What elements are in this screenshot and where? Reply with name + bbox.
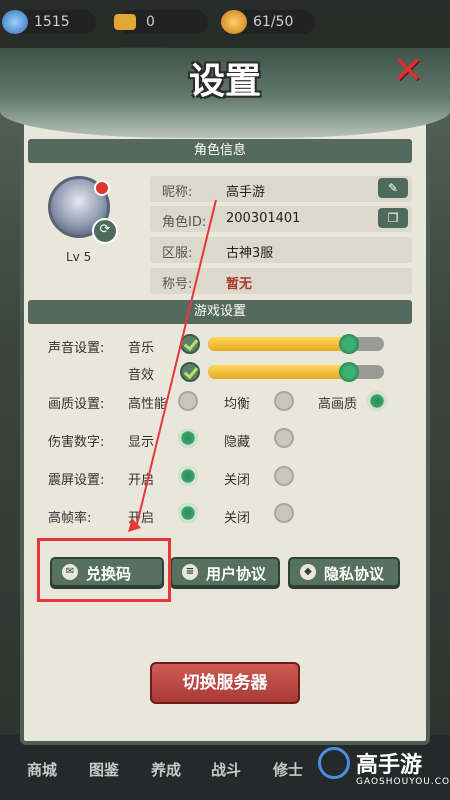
fps-on-label: 开启	[128, 511, 155, 526]
nav-cultivator[interactable]: 修士	[260, 759, 316, 780]
info-row-role-id: 角色ID: 200301401 ❐	[150, 206, 412, 232]
copy-id-button[interactable]: ❐	[378, 208, 408, 228]
sfx-slider[interactable]	[208, 362, 384, 382]
fps-on-radio[interactable]	[178, 503, 198, 523]
quality-performance-radio[interactable]	[178, 391, 198, 411]
gem-icon	[2, 10, 28, 34]
privacy-policy-button[interactable]: ◆ 隐私协议	[288, 557, 400, 587]
role-id-label: 角色ID:	[162, 215, 207, 230]
switch-server-button[interactable]: 切换服务器	[150, 662, 300, 704]
sfx-label: 音效	[128, 368, 155, 383]
title-label: 称号:	[162, 277, 193, 292]
shake-off-radio[interactable]	[274, 466, 294, 486]
resource-gem-value: 1515	[34, 14, 70, 30]
quality-balanced-radio[interactable]	[274, 391, 294, 411]
player-level: Lv 5	[66, 250, 92, 264]
fps-off-radio[interactable]	[274, 503, 294, 523]
ticket-icon	[114, 14, 136, 30]
shake-on-radio[interactable]	[178, 466, 198, 486]
quality-settings-label: 画质设置:	[48, 397, 105, 412]
sfx-slider-fill	[208, 365, 349, 379]
damage-show-radio[interactable]	[178, 428, 198, 448]
watermark-logo: 高手游 GAOSHOUYOU.COM	[318, 745, 450, 800]
quality-option-high-label: 高画质	[318, 397, 358, 412]
resource-bar: 1515 0 61/50	[0, 0, 450, 48]
edit-nickname-button[interactable]: ✎	[378, 178, 408, 198]
info-row-title: 称号: 暂无	[150, 268, 412, 294]
shake-on-label: 开启	[128, 473, 155, 488]
user-agreement-label: 用户协议	[206, 565, 267, 583]
nickname-label: 昵称:	[162, 185, 193, 200]
resource-stamina-value: 61/50	[253, 14, 294, 30]
dialog-title: 设置	[188, 60, 261, 102]
resource-stamina: 61/50	[221, 10, 315, 34]
quality-option-balanced-label: 均衡	[224, 397, 251, 412]
damage-hide-label: 隐藏	[224, 435, 251, 450]
stamina-icon	[221, 10, 247, 34]
role-id-value: 200301401	[226, 211, 301, 226]
screen-shake-label: 震屏设置:	[48, 473, 105, 488]
damage-show-label: 显示	[128, 435, 155, 450]
watermark-brand: 高手游	[356, 753, 423, 778]
sound-settings-label: 声音设置:	[48, 341, 105, 356]
resource-ticket-value: 0	[146, 14, 155, 30]
shield-icon: ◆	[300, 564, 316, 580]
high-fps-label: 高帧率:	[48, 511, 92, 526]
info-row-nickname: 昵称: 高手游 ✎	[150, 176, 412, 202]
brand-logo-icon	[318, 747, 350, 779]
fps-off-label: 关闭	[224, 511, 251, 526]
quality-high-radio[interactable]	[367, 391, 387, 411]
music-label: 音乐	[128, 341, 155, 356]
swap-avatar-icon[interactable]: ⟳	[92, 218, 118, 244]
sfx-check-icon[interactable]	[180, 362, 200, 382]
title-value: 暂无	[226, 277, 253, 292]
privacy-policy-label: 隐私协议	[324, 565, 385, 583]
notification-dot-icon	[94, 180, 110, 196]
nav-shop[interactable]: 商城	[14, 759, 70, 780]
sfx-slider-knob[interactable]	[338, 362, 359, 382]
nickname-value: 高手游	[226, 185, 266, 200]
damage-numbers-label: 伤害数字:	[48, 435, 105, 450]
damage-hide-radio[interactable]	[274, 428, 294, 448]
resource-gem: 1515	[2, 10, 96, 34]
music-check-icon[interactable]	[180, 334, 200, 354]
document-icon: ≡	[182, 564, 198, 580]
server-value: 古神3服	[226, 246, 274, 261]
shake-off-label: 关闭	[224, 473, 251, 488]
nav-develop[interactable]: 养成	[138, 759, 194, 780]
server-label: 区服:	[162, 246, 193, 261]
music-slider-fill	[208, 337, 349, 351]
watermark-domain: GAOSHOUYOU.COM	[356, 777, 450, 787]
nav-battle[interactable]: 战斗	[198, 759, 254, 780]
music-slider[interactable]	[208, 334, 384, 354]
highlight-box	[37, 538, 171, 602]
info-row-server: 区服: 古神3服	[150, 237, 412, 263]
music-slider-knob[interactable]	[338, 334, 359, 354]
resource-ticket: 0	[114, 10, 208, 34]
nav-codex[interactable]: 图鉴	[76, 759, 132, 780]
close-button[interactable]: ✕	[390, 51, 426, 89]
user-agreement-button[interactable]: ≡ 用户协议	[170, 557, 280, 587]
game-settings-header: 游戏设置	[28, 300, 412, 324]
role-info-header: 角色信息	[28, 139, 412, 163]
quality-option-performance-label: 高性能	[128, 397, 168, 412]
